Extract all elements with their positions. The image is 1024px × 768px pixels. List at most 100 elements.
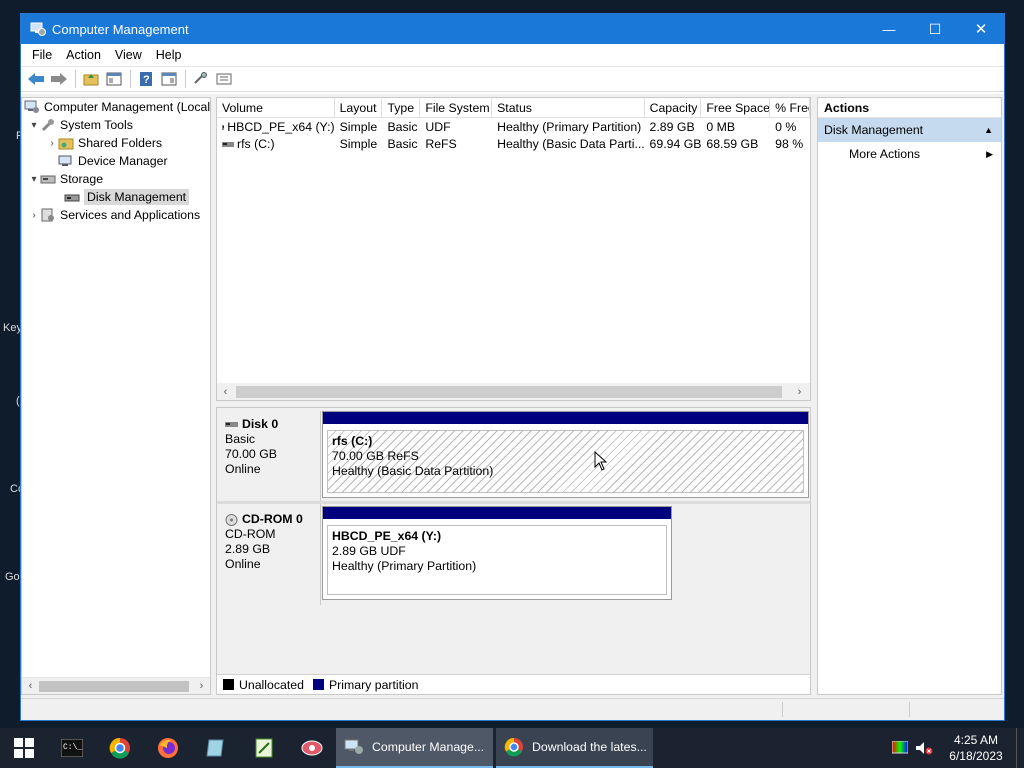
column-header-percent-free[interactable]: % Free — [770, 98, 810, 117]
partition-label: HBCD_PE_x64 (Y:) — [332, 529, 442, 543]
start-button[interactable] — [0, 728, 48, 768]
clock-date: 6/18/2023 — [949, 749, 1003, 763]
disk-info-panel[interactable]: CD-ROM 0 CD-ROM 2.89 GB Online — [217, 506, 321, 605]
column-header-free-space[interactable]: Free Space — [701, 98, 771, 117]
expand-chevron-icon[interactable]: › — [46, 138, 58, 149]
command-prompt-taskbar-icon[interactable]: C:\_ — [48, 728, 96, 768]
volume-name: HBCD_PE_x64 (Y:) — [227, 119, 335, 134]
help-button[interactable]: ? — [135, 69, 157, 89]
column-header-capacity[interactable]: Capacity — [645, 98, 702, 117]
tree-label: Device Manager — [78, 154, 168, 168]
forward-arrow-icon — [51, 73, 67, 85]
volume-row[interactable]: HBCD_PE_x64 (Y:) Simple Basic UDF Health… — [217, 118, 810, 135]
tree-item-device-manager[interactable]: Device Manager — [22, 152, 210, 170]
show-hide-tree-button[interactable] — [103, 69, 125, 89]
windows-logo-icon — [14, 738, 34, 758]
volume-list-header: Volume Layout Type File System Status Ca… — [217, 98, 810, 118]
partition-block[interactable]: rfs (C:) 70.00 GB ReFS Healthy (Basic Da… — [322, 411, 809, 498]
column-header-status[interactable]: Status — [492, 98, 645, 117]
tree-label: System Tools — [60, 118, 133, 132]
close-icon: ✕ — [974, 21, 988, 38]
collapse-chevron-icon[interactable]: ▾ — [28, 120, 40, 131]
list-button[interactable] — [213, 69, 235, 89]
up-folder-button[interactable] — [80, 69, 102, 89]
system-tray: 4:25 AM 6/18/2023 — [888, 728, 1024, 768]
taskbar-button-computer-management[interactable]: Computer Manage... — [336, 728, 493, 768]
actions-section-disk-management[interactable]: Disk Management ▲ — [818, 118, 1001, 142]
legend-unallocated: Unallocated — [239, 677, 304, 692]
mouse-cursor-icon — [594, 451, 608, 471]
menu-action[interactable]: Action — [59, 48, 108, 62]
primary-swatch — [312, 679, 324, 690]
maximize-button[interactable]: ☐ — [912, 14, 958, 44]
volume-type: Basic — [387, 119, 418, 134]
volume-muted-icon[interactable] — [912, 741, 936, 755]
actions-header: Actions — [818, 98, 1001, 118]
volume-horizontal-scrollbar[interactable]: ‹ › — [217, 383, 810, 400]
taskbar-button-chrome-download[interactable]: Download the lates... — [496, 728, 653, 768]
collapse-triangle-icon[interactable]: ▲ — [984, 125, 993, 135]
forward-button[interactable] — [48, 69, 70, 89]
menu-help[interactable]: Help — [149, 48, 189, 62]
show-desktop-button[interactable] — [1016, 728, 1024, 768]
volume-layout: Simple — [339, 119, 378, 134]
notepad-taskbar-icon[interactable] — [240, 728, 288, 768]
minimize-button[interactable]: — — [866, 14, 912, 44]
column-header-file-system[interactable]: File System — [420, 98, 493, 117]
partition-label: rfs (C:) — [332, 434, 373, 448]
scroll-right-icon[interactable]: › — [193, 680, 210, 692]
app-taskbar-icon[interactable] — [192, 728, 240, 768]
key-icon — [194, 72, 207, 84]
help-icon: ? — [140, 72, 152, 86]
disk-icon — [225, 422, 238, 427]
scroll-thumb[interactable] — [39, 680, 189, 692]
tree-item-root[interactable]: Computer Management (Local — [22, 98, 210, 116]
scroll-right-icon[interactable]: › — [791, 386, 808, 398]
volume-free: 68.59 GB — [706, 136, 759, 151]
close-button[interactable]: ✕ — [958, 14, 1004, 44]
volume-status: Healthy (Basic Data Parti... — [497, 136, 645, 151]
properties-button[interactable] — [158, 69, 180, 89]
menu-view[interactable]: View — [108, 48, 149, 62]
chrome-taskbar-icon[interactable] — [96, 728, 144, 768]
scroll-thumb[interactable] — [236, 385, 782, 398]
maximize-icon: ☐ — [928, 20, 942, 37]
disk-row: Disk 0 Basic 70.00 GB Online rfs (C:) 70… — [217, 411, 810, 510]
scroll-left-icon[interactable]: ‹ — [217, 386, 234, 398]
tool-taskbar-icon[interactable] — [288, 728, 336, 768]
tree-item-system-tools[interactable]: ▾ System Tools — [22, 116, 210, 134]
column-header-layout[interactable]: Layout — [335, 98, 383, 117]
legend-primary: Primary partition — [328, 677, 419, 692]
volume-pct: 98 % — [775, 136, 804, 151]
center-pane: Volume Layout Type File System Status Ca… — [216, 97, 811, 695]
disk-type: Basic — [225, 432, 256, 446]
more-actions-label: More Actions — [849, 147, 921, 161]
tree-label: Disk Management — [84, 189, 190, 205]
title-bar[interactable]: Computer Management — ☐ ✕ — [21, 14, 1004, 44]
tree-horizontal-scrollbar[interactable]: ‹ › — [22, 677, 210, 694]
more-actions-item[interactable]: More Actions ▶ — [818, 142, 1001, 166]
partition-status: Healthy (Primary Partition) — [332, 559, 477, 573]
display-tray-icon[interactable] — [888, 741, 912, 755]
clock[interactable]: 4:25 AM 6/18/2023 — [936, 732, 1016, 764]
scroll-left-icon[interactable]: ‹ — [22, 680, 39, 692]
disk-info-panel[interactable]: Disk 0 Basic 70.00 GB Online — [217, 411, 321, 510]
partition-block[interactable]: HBCD_PE_x64 (Y:) 2.89 GB UDF Healthy (Pr… — [322, 506, 672, 600]
back-button[interactable] — [25, 69, 47, 89]
tree-item-storage[interactable]: ▾ Storage — [22, 170, 210, 188]
collapse-chevron-icon[interactable]: ▾ — [28, 174, 40, 185]
expand-chevron-icon[interactable]: › — [28, 210, 40, 221]
volume-row[interactable]: rfs (C:) Simple Basic ReFS Healthy (Basi… — [217, 135, 810, 152]
connect-button[interactable] — [190, 69, 212, 89]
firefox-taskbar-icon[interactable] — [144, 728, 192, 768]
tree-item-disk-management[interactable]: Disk Management — [22, 188, 210, 206]
cdrom-icon — [225, 513, 238, 526]
volume-fs: ReFS — [425, 136, 457, 151]
column-header-type[interactable]: Type — [382, 98, 421, 117]
tree-item-shared-folders[interactable]: › Shared Folders — [22, 134, 210, 152]
column-header-volume[interactable]: Volume — [217, 98, 335, 117]
device-manager-icon — [58, 154, 74, 168]
disk-row: CD-ROM 0 CD-ROM 2.89 GB Online HBCD_PE_x… — [217, 506, 810, 605]
tree-item-services[interactable]: › Services and Applications — [22, 206, 210, 224]
menu-file[interactable]: File — [25, 48, 59, 62]
